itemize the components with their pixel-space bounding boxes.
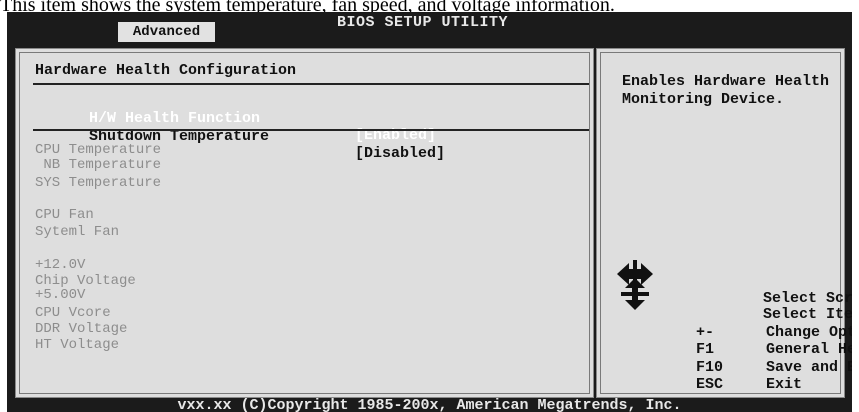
option-value[interactable]: [Disabled] bbox=[355, 145, 445, 162]
bios-title: BIOS SETUP UTILITY bbox=[337, 14, 509, 31]
tab-advanced[interactable]: Advanced bbox=[118, 22, 215, 42]
help-panel: Enables Hardware Health Monitoring Devic… bbox=[596, 48, 852, 399]
section-title: Hardware Health Configuration bbox=[35, 62, 297, 79]
settings-panel: Hardware Health Configuration H/W Health… bbox=[15, 48, 594, 398]
sensor-nb-temperature: NB Temperature bbox=[35, 157, 162, 173]
sensor-12v: +12.0V bbox=[35, 257, 86, 273]
copyright-footer: vxx.xx (C)Copyright 1985-200x, American … bbox=[177, 397, 682, 412]
bios-screen: Advanced BIOS SETUP UTILITY Hardware Hea… bbox=[7, 12, 852, 412]
sensor-cpu-temperature: CPU Temperature bbox=[35, 142, 162, 158]
key-label: ESC bbox=[696, 376, 724, 393]
key-legend: Select Screen Select Item +-Change Optio… bbox=[597, 49, 852, 399]
sensor-ht-voltage: HT Voltage bbox=[35, 337, 120, 353]
sensor-ddr-voltage: DDR Voltage bbox=[35, 321, 128, 337]
sensor-cpu-fan: CPU Fan bbox=[35, 207, 94, 223]
sensor-system-fan: Syteml Fan bbox=[35, 224, 120, 240]
arrows-up-down-icon bbox=[621, 278, 649, 310]
sensor-5v: +5.00V bbox=[35, 287, 86, 303]
divider bbox=[33, 83, 589, 85]
sensor-cpu-vcore: CPU Vcore bbox=[35, 305, 111, 321]
divider bbox=[33, 129, 589, 131]
key-description: Exit bbox=[766, 376, 803, 393]
sensor-sys-temperature: SYS Temperature bbox=[35, 175, 162, 191]
